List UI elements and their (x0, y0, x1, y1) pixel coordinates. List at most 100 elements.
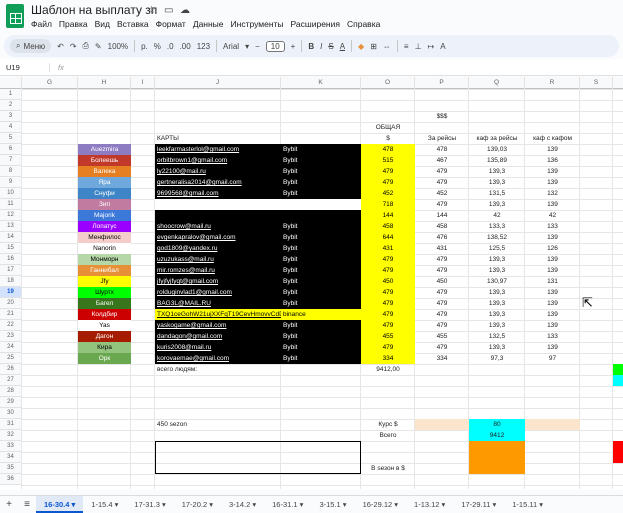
row-header[interactable]: 3 (0, 111, 22, 122)
text-color-button[interactable]: A (340, 42, 345, 51)
row-header[interactable]: 1 (0, 89, 22, 100)
person-bonus[interactable] (613, 309, 623, 320)
person-total[interactable]: 452 (361, 188, 415, 199)
person-total[interactable]: 479 (361, 254, 415, 265)
person-bank[interactable] (281, 199, 361, 210)
menu-item[interactable]: Файл (31, 19, 52, 29)
row-header[interactable]: 33 (0, 441, 22, 452)
person-total[interactable]: 431 (361, 243, 415, 254)
person-kaf-kaf[interactable]: 139 (525, 166, 580, 177)
person-trips[interactable]: 452 (415, 188, 469, 199)
chevron-down-icon[interactable]: ▾ (245, 42, 249, 51)
person-kaf-trips[interactable]: 139,3 (469, 265, 525, 276)
row-header[interactable]: 2 (0, 100, 22, 111)
person-trips[interactable]: 479 (415, 287, 469, 298)
row-header[interactable]: 31 (0, 419, 22, 430)
person-email[interactable] (155, 199, 281, 210)
person-email[interactable]: uzuzukass@mail.ru (155, 254, 281, 265)
person-bank[interactable]: Bybit (281, 221, 361, 232)
person-email[interactable]: god1809@yandex.ru (155, 243, 281, 254)
menu-item[interactable]: Справка (347, 19, 380, 29)
person-name[interactable]: Орк (78, 353, 131, 364)
person-email[interactable]: 9699568@gmail.com (155, 188, 281, 199)
person-name[interactable]: Кира (78, 342, 131, 353)
sheet-tab[interactable]: 1-13.12 ▾ (406, 496, 453, 513)
person-total[interactable]: 455 (361, 331, 415, 342)
person-name[interactable]: Auezmira (78, 144, 131, 155)
total-all-value[interactable]: 9412 (469, 430, 525, 441)
person-trips[interactable]: 478 (415, 144, 469, 155)
person-email[interactable]: TXQ1ceGohW21ujXXFqT19CevHmovvCdDz¹ (155, 309, 281, 320)
person-trips[interactable]: 479 (415, 177, 469, 188)
person-email[interactable]: dandagon@gmail.com (155, 331, 281, 342)
row-header[interactable]: 27 (0, 375, 22, 386)
person-bonus[interactable] (613, 265, 623, 276)
person-email[interactable]: yaskogame@gmail.com (155, 320, 281, 331)
person-total[interactable]: 479 (361, 298, 415, 309)
menu-item[interactable]: Формат (156, 19, 186, 29)
person-email[interactable]: leekfarmasterlol@gmail.com (155, 144, 281, 155)
column-header[interactable]: T (613, 77, 623, 89)
person-email[interactable]: evgenkapralov@gmail.com (155, 232, 281, 243)
person-kaf-trips[interactable]: 138,52 (469, 232, 525, 243)
person-kaf-kaf[interactable]: 139 (525, 199, 580, 210)
row-header[interactable]: 16 (0, 254, 22, 265)
person-kaf-kaf[interactable]: 139 (525, 309, 580, 320)
row-header[interactable]: 10 (0, 188, 22, 199)
column-header[interactable]: S (580, 77, 613, 89)
person-name[interactable]: Шуртх (78, 287, 131, 298)
person-bank[interactable]: Bybit (281, 155, 361, 166)
row-header[interactable]: 24 (0, 342, 22, 353)
person-bonus[interactable] (613, 353, 623, 364)
person-bank[interactable]: Bybit (281, 144, 361, 155)
person-kaf-trips[interactable]: 130,97 (469, 276, 525, 287)
font-size-increase[interactable]: + (291, 42, 296, 51)
row-header[interactable]: 21 (0, 309, 22, 320)
row-header[interactable]: 15 (0, 243, 22, 254)
person-bank[interactable]: Bybit (281, 331, 361, 342)
menu-item[interactable]: Данные (193, 19, 224, 29)
person-name[interactable]: Валека (78, 166, 131, 177)
person-email[interactable]: gertneralisa2014@gmail.com (155, 177, 281, 188)
person-name[interactable]: Колдбир (78, 309, 131, 320)
person-kaf-trips[interactable]: 139,3 (469, 166, 525, 177)
person-bonus[interactable] (613, 298, 623, 309)
person-bank[interactable]: Bybit (281, 298, 361, 309)
header-kaf-trips[interactable]: каф за рейсы (469, 133, 525, 144)
spreadsheet-grid[interactable]: GHIJKOPQRSTU 123456789101112131415161718… (0, 77, 623, 490)
person-name[interactable]: Дагон (78, 331, 131, 342)
add-sheet-icon[interactable]: + (0, 499, 18, 510)
person-name[interactable]: Болеешь (78, 155, 131, 166)
red-value-1[interactable]: 9412 (613, 441, 623, 452)
name-box[interactable]: U19 (0, 62, 50, 72)
person-kaf-trips[interactable]: 97,3 (469, 353, 525, 364)
fill-color-icon[interactable]: ◆ (358, 42, 364, 51)
sheet-tab[interactable]: 3-14.2 ▾ (221, 496, 264, 513)
person-bank[interactable]: Bybit (281, 353, 361, 364)
person-kaf-kaf[interactable]: 132 (525, 188, 580, 199)
person-name[interactable]: Majorik (78, 210, 131, 221)
currency-format-button[interactable]: р. (141, 42, 148, 51)
person-kaf-trips[interactable]: 139,3 (469, 342, 525, 353)
person-name[interactable]: Зип (78, 199, 131, 210)
person-total[interactable]: 479 (361, 166, 415, 177)
person-bonus[interactable] (613, 276, 623, 287)
person-kaf-kaf[interactable]: 133 (525, 221, 580, 232)
person-trips[interactable]: 467 (415, 155, 469, 166)
sheet-tab[interactable]: 17-20.2 ▾ (174, 496, 221, 513)
person-bank[interactable]: Bybit (281, 265, 361, 276)
sheet-tab[interactable]: 1-15.11 ▾ (504, 496, 551, 513)
person-email[interactable]: mir.romzes@mail.ru (155, 265, 281, 276)
person-total[interactable]: 450 (361, 276, 415, 287)
person-name[interactable]: Yas (78, 320, 131, 331)
header-dollar[interactable]: $ (361, 133, 415, 144)
person-kaf-trips[interactable]: 131,5 (469, 188, 525, 199)
bold-button[interactable]: B (308, 42, 314, 51)
person-total[interactable]: 479 (361, 265, 415, 276)
person-email[interactable]: jfyjfyjfyqt@gmail.com (155, 276, 281, 287)
person-bank[interactable]: Bybit (281, 342, 361, 353)
person-email[interactable]: shoocrow@mail.ru (155, 221, 281, 232)
header-total[interactable]: ОБЩАЯ (361, 122, 415, 133)
person-bonus[interactable] (613, 210, 623, 221)
row-header[interactable]: 18 (0, 276, 22, 287)
